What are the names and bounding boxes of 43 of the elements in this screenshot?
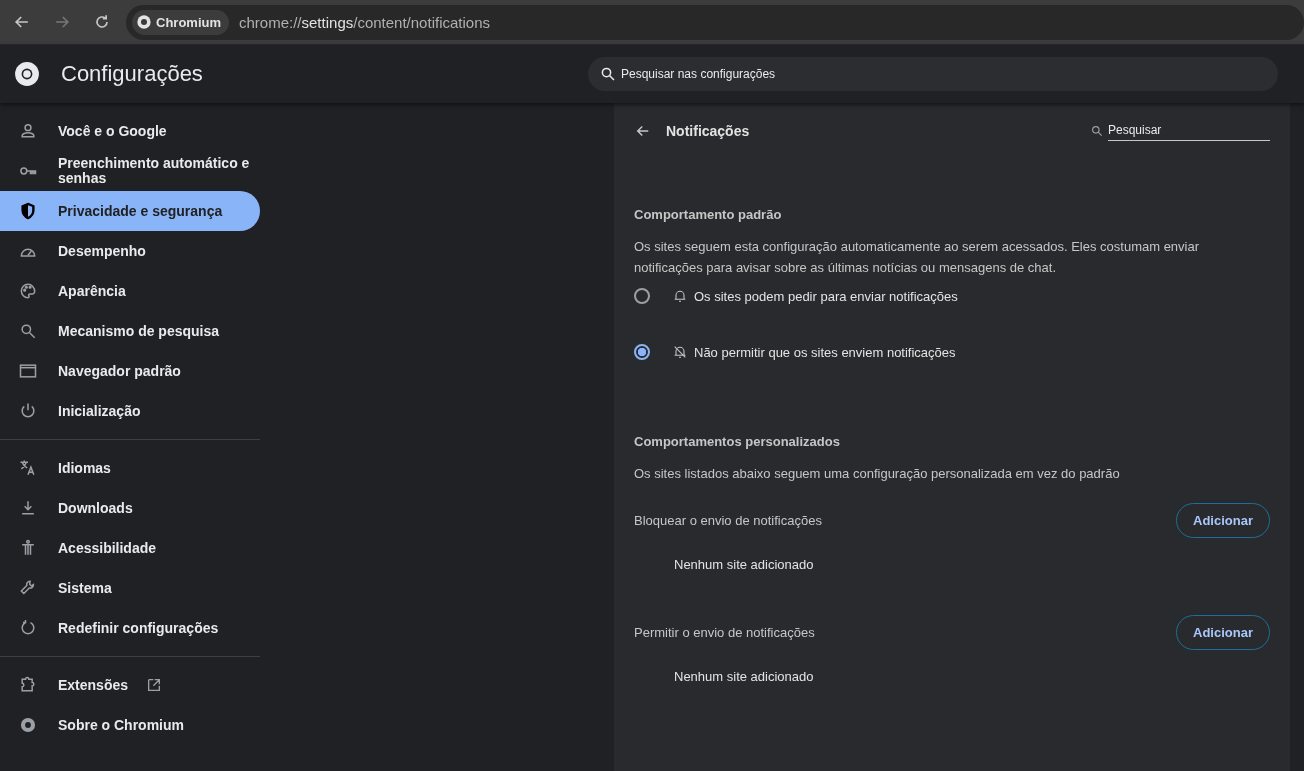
search-field[interactable]: Pesquisar xyxy=(1108,121,1270,141)
bell-icon xyxy=(672,288,688,304)
search-icon xyxy=(599,65,617,83)
sidebar-item[interactable]: Extensões xyxy=(0,665,260,705)
sidebar-item[interactable]: Downloads xyxy=(0,488,260,528)
palette-icon xyxy=(18,281,38,301)
radio-button[interactable] xyxy=(634,288,650,304)
search-icon xyxy=(1090,124,1104,138)
list-label: Permitir o envio de notificações xyxy=(634,624,815,640)
sidebar-item[interactable]: Preenchimento automático e senhas xyxy=(0,151,260,191)
empty-list-text: Nenhum site adicionado xyxy=(673,556,815,574)
address-bar[interactable]: Chromium chrome://settings/content/notifications xyxy=(126,4,1304,40)
sidebar-item[interactable]: Privacidade e segurança xyxy=(0,191,260,231)
page-title: Configurações xyxy=(61,61,204,87)
section-heading: Comportamento padrão xyxy=(634,207,783,222)
sidebar-item[interactable]: Sistema xyxy=(0,568,260,608)
section-heading: Comportamentos personalizados xyxy=(634,434,841,449)
radio-button[interactable] xyxy=(634,344,650,360)
sidebar-item[interactable]: Sobre o Chromium xyxy=(0,705,260,745)
bell-off-icon xyxy=(672,344,688,360)
site-chip[interactable]: Chromium xyxy=(132,9,229,35)
sidebar-item[interactable]: Aparência xyxy=(0,271,260,311)
radio-label: Os sites podem pedir para enviar notificações xyxy=(694,288,958,304)
sidebar-item[interactable]: Navegador padrão xyxy=(0,351,260,391)
sidebar-item[interactable]: Desempenho xyxy=(0,231,260,271)
sidebar-item[interactable]: Idiomas xyxy=(0,448,260,488)
empty-list-text: Nenhum site adicionado xyxy=(673,668,815,686)
sidebar-item[interactable]: Mecanismo de pesquisa xyxy=(0,311,260,351)
sidebar-item[interactable]: Redefinir configurações xyxy=(0,608,260,648)
section-title: Notificações xyxy=(666,123,751,139)
person-icon xyxy=(18,121,38,141)
section-description: Os sites listados abaixo seguem uma configuração personalizada em vez do padrão xyxy=(634,465,1121,483)
list-label: Bloquear o envio de notificações xyxy=(634,512,822,528)
browser-icon xyxy=(18,361,38,381)
section-description: Os sites seguem esta configuração automaticamente ao serem acessados. Eles costumam enviar notificações para avisar sobre as últimas notícias ou mensagens de chat. xyxy=(634,238,1201,277)
url-text: chrome://settings/content/notifications xyxy=(239,13,490,31)
sidebar-item[interactable]: Inicialização xyxy=(0,391,260,431)
sidebar-item[interactable]: Você e o Google xyxy=(0,111,260,151)
settings-search-field[interactable]: Pesquisar nas configurações xyxy=(588,57,1278,91)
shield-icon xyxy=(18,201,38,221)
search-icon xyxy=(18,321,38,341)
sidebar-item[interactable]: Acessibilidade xyxy=(0,528,260,568)
radio-label: Não permitir que os sites enviem notificações xyxy=(694,344,956,360)
